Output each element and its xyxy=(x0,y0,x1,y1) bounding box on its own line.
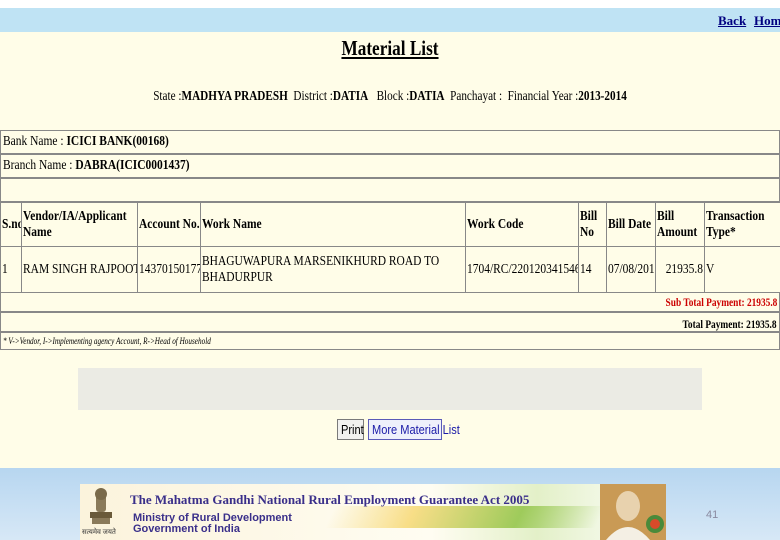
branch-name-row: Branch Name : DABRA(ICIC0001437) xyxy=(0,154,780,178)
cell-bill-amount: 21935.8 xyxy=(655,246,705,293)
header-work-name: Work Name xyxy=(200,202,466,247)
banner-stripe xyxy=(324,506,606,528)
cell-transaction-type: V xyxy=(704,246,780,293)
financial-year-value: 2013-2014 xyxy=(578,89,627,104)
cell-vendor: RAM SINGH RAJPOOT xyxy=(21,246,138,293)
print-button[interactable]: Print xyxy=(337,419,364,440)
total-row: Total Payment: 21935.8 xyxy=(0,312,780,332)
empty-panel xyxy=(78,368,702,410)
transaction-type-legend: * V->Vendor, I->Implementing agency Acco… xyxy=(3,336,211,346)
more-material-list-button[interactable]: More Material List xyxy=(368,419,460,440)
branch-name-label: Branch Name : xyxy=(3,158,73,173)
district-value: DATIA xyxy=(332,89,369,104)
header-account: Account No. xyxy=(137,202,201,247)
subtotal-label: Sub Total Payment: xyxy=(665,295,745,309)
bank-name-label: Bank Name : xyxy=(3,134,64,149)
ashoka-emblem-icon: सत्यमेव जयते xyxy=(82,486,120,538)
subtotal-value: 21935.8 xyxy=(746,295,777,309)
header-bill-amount: Bill Amount xyxy=(655,202,705,247)
top-nav-bar xyxy=(0,8,780,32)
bank-name-row: Bank Name : ICICI BANK(00168) xyxy=(0,130,780,154)
cell-work-code: 1704/RC/22012034154646 xyxy=(465,246,579,293)
mgnrega-banner: सत्यमेव जयते The Mahatma Gandhi National… xyxy=(80,484,666,540)
cell-account: 143701501778 xyxy=(137,246,201,293)
state-value: MADHYA PRADESH xyxy=(181,89,288,104)
state-label: State : xyxy=(153,89,182,104)
table-row: 1 RAM SINGH RAJPOOT 143701501778 BHAGUWA… xyxy=(0,246,780,293)
spacer-row xyxy=(0,178,780,202)
subtotal-row: Sub Total Payment: 21935.8 xyxy=(0,292,780,312)
district-label: District : xyxy=(293,89,333,104)
bank-name-value: ICICI BANK(00168) xyxy=(66,134,169,149)
cell-sno: 1 xyxy=(0,246,22,293)
total-value: 21935.8 xyxy=(746,317,777,331)
legend-row: * V->Vendor, I->Implementing agency Acco… xyxy=(0,332,780,350)
header-transaction-type: Transaction Type* xyxy=(704,202,780,247)
total-label: Total Payment: xyxy=(682,317,745,331)
header-sno: S.no xyxy=(0,202,22,247)
back-link[interactable]: Back xyxy=(718,13,746,29)
slide-page-number: 41 xyxy=(706,509,719,521)
block-label: Block : xyxy=(376,89,410,104)
panchayat-label: Panchayat : xyxy=(450,89,503,104)
header-bill-date: Bill Date xyxy=(606,202,656,247)
material-table: S.no Vendor/IA/Applicant Name Account No… xyxy=(0,202,780,293)
gandhi-portrait-icon xyxy=(600,484,666,540)
header-bill-no: Bill No xyxy=(578,202,607,247)
home-link[interactable]: Home xyxy=(754,13,780,29)
cell-bill-date: 07/08/2013 xyxy=(606,246,656,293)
table-header-row: S.no Vendor/IA/Applicant Name Account No… xyxy=(0,202,780,247)
emblem-caption: सत्यमेव जयते xyxy=(82,528,116,536)
branch-name-value: DABRA(ICIC0001437) xyxy=(75,158,190,173)
header-vendor: Vendor/IA/Applicant Name xyxy=(21,202,138,247)
location-info: State :MADHYA PRADESH District :DATIA Bl… xyxy=(78,89,702,105)
banner-title: The Mahatma Gandhi National Rural Employ… xyxy=(130,492,530,507)
cell-work-name: BHAGUWAPURA MARSENIKHURD ROAD TO BHADURP… xyxy=(200,246,466,293)
government-name: Government of India xyxy=(133,523,240,535)
header-work-code: Work Code xyxy=(465,202,579,247)
page-title: Material List xyxy=(341,36,439,60)
cell-bill-no: 14 xyxy=(578,246,607,293)
block-value: DATIA xyxy=(409,89,445,104)
financial-year-label: Financial Year : xyxy=(507,89,579,104)
